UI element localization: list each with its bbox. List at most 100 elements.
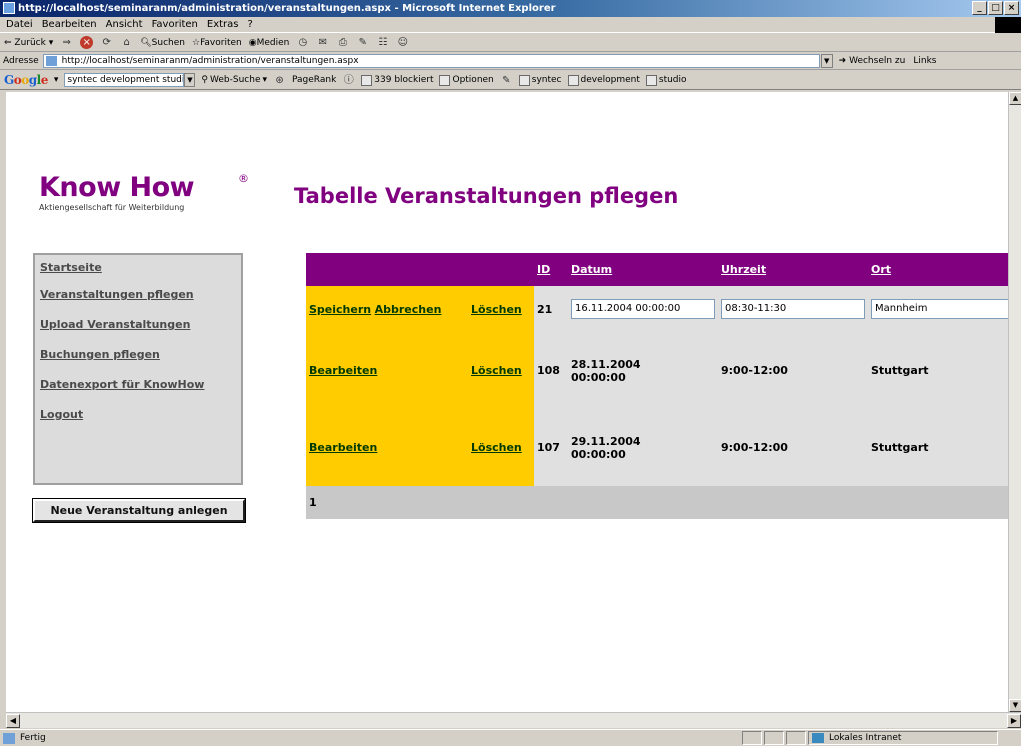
pager-row: 1	[306, 486, 1014, 519]
refresh-icon[interactable]: ⟳	[100, 36, 113, 49]
nav-logout[interactable]: Logout	[40, 408, 241, 421]
links-button[interactable]: Links	[913, 56, 936, 66]
row-delete-cell: Löschen	[468, 286, 534, 332]
favorites-button[interactable]: ☆Favoriten	[192, 38, 242, 48]
web-search-button[interactable]: ⚲ Web-Suche ▾	[201, 75, 267, 85]
toolbar: ⇐ Zurück ▾ ⇒ × ⟳ ⌂ 🔍︎Suchen ☆Favoriten ◉…	[0, 34, 1021, 52]
nav-datenexport[interactable]: Datenexport für KnowHow	[40, 378, 241, 391]
messenger-icon[interactable]: ☺	[396, 36, 409, 49]
google-search-input[interactable]: syntec development studio	[64, 73, 185, 87]
search-button[interactable]: 🔍︎Suchen	[140, 38, 185, 48]
uhrzeit-cell: 08:30-11:30	[718, 286, 868, 332]
search-term-icon	[645, 74, 657, 86]
address-dropdown-icon[interactable]: ▼	[820, 54, 833, 68]
logo-brand: Know How	[39, 172, 195, 203]
nav-startseite[interactable]: Startseite	[40, 261, 241, 274]
nav-upload-veranstaltungen[interactable]: Upload Veranstaltungen	[40, 318, 241, 331]
scroll-left-icon[interactable]: ◀	[6, 714, 20, 728]
edit-link[interactable]: Bearbeiten	[309, 441, 377, 454]
ort-cell: Stuttgart	[868, 332, 1014, 409]
row-actions: Bearbeiten	[306, 332, 468, 409]
scroll-right-icon[interactable]: ▶	[1007, 714, 1021, 728]
knowhow-logo: Know How ® Aktiengesellschaft für Weiter…	[39, 172, 249, 212]
new-event-button[interactable]: Neue Veranstaltung anlegen	[32, 498, 246, 523]
search-label: Suchen	[151, 37, 185, 48]
delete-link[interactable]: Löschen	[471, 441, 522, 454]
security-zone: Lokales Intranet	[808, 731, 998, 745]
uhrzeit-input[interactable]: 08:30-11:30	[721, 299, 865, 319]
home-icon[interactable]: ⌂	[120, 36, 133, 49]
header-id[interactable]: ID	[534, 253, 568, 286]
close-button[interactable]: ×	[1004, 1, 1019, 15]
mail-icon[interactable]: ✉	[316, 36, 329, 49]
back-button[interactable]: ⇐ Zurück ▾	[4, 38, 53, 48]
horizontal-scrollbar[interactable]: ◀ ▶	[6, 712, 1021, 728]
history-icon[interactable]: ◷	[296, 36, 309, 49]
menu-help[interactable]: ?	[248, 19, 253, 30]
search-term-studio[interactable]: studio	[645, 74, 687, 86]
search-term-label: syntec	[531, 75, 562, 85]
header-uhrzeit[interactable]: Uhrzeit	[718, 253, 868, 286]
address-input[interactable]: http://localhost/seminaranm/administrati…	[42, 54, 820, 68]
datum-input[interactable]: 16.11.2004 00:00:00	[571, 299, 715, 319]
delete-link[interactable]: Löschen	[471, 364, 522, 377]
search-term-development[interactable]: development	[567, 74, 640, 86]
menu-extras[interactable]: Extras	[207, 19, 239, 30]
media-button[interactable]: ◉Medien	[249, 38, 290, 48]
options-button[interactable]: Optionen	[439, 74, 494, 86]
events-table: ID Datum Uhrzeit Ort Speichern Abbrechen…	[306, 253, 1014, 519]
minimize-button[interactable]: _	[972, 1, 987, 15]
forward-icon[interactable]: ⇒	[60, 36, 73, 49]
search-term-syntec[interactable]: syntec	[518, 74, 562, 86]
nav-veranstaltungen-pflegen[interactable]: Veranstaltungen pflegen	[40, 288, 241, 301]
news-icon[interactable]: ⊛	[273, 74, 286, 87]
info-icon[interactable]: ⓘ	[342, 74, 355, 87]
status-cell	[742, 731, 762, 745]
datum-date: 28.11.2004	[571, 357, 641, 371]
popup-blocker-button[interactable]: 339 blockiert	[361, 74, 434, 86]
ort-input[interactable]: Mannheim	[871, 299, 1011, 319]
page-done-icon	[3, 733, 15, 744]
pagerank-label: PageRank	[292, 75, 337, 85]
highlight-icon[interactable]: ✎	[500, 74, 513, 87]
search-term-label: development	[580, 75, 640, 85]
cancel-link[interactable]: Abbrechen	[375, 303, 442, 316]
go-button[interactable]: ➜ Wechseln zu	[839, 56, 906, 66]
scroll-down-icon[interactable]: ▼	[1009, 699, 1021, 712]
save-link[interactable]: Speichern	[309, 303, 371, 316]
datum-time: 00:00:00	[571, 370, 626, 384]
popup-blocker-icon	[361, 74, 373, 86]
header-ort[interactable]: Ort	[868, 253, 1014, 286]
vertical-scrollbar[interactable]: ▲ ▼	[1008, 92, 1021, 712]
options-label: Optionen	[452, 75, 494, 85]
menu-favoriten[interactable]: Favoriten	[152, 19, 198, 30]
print-icon[interactable]: ⎙	[336, 36, 349, 49]
maximize-button[interactable]: □	[988, 1, 1003, 15]
edit-link[interactable]: Bearbeiten	[309, 364, 377, 377]
title-bar: http://localhost/seminaranm/administrati…	[0, 0, 1021, 17]
row-delete-cell: Löschen	[468, 332, 534, 409]
row-delete-cell: Löschen	[468, 409, 534, 486]
uhrzeit-cell: 9:00-12:00	[718, 332, 868, 409]
google-logo[interactable]: Google	[4, 73, 48, 87]
media-label: Medien	[256, 37, 290, 48]
discuss-icon[interactable]: ☷	[376, 36, 389, 49]
header-datum[interactable]: Datum	[568, 253, 718, 286]
google-search-dropdown-icon[interactable]: ▼	[184, 73, 196, 87]
popup-blocker-label: 339 blockiert	[374, 75, 434, 85]
edit-icon[interactable]: ✎	[356, 36, 369, 49]
menu-bearbeiten[interactable]: Bearbeiten	[42, 19, 97, 30]
datum-cell: 16.11.2004 00:00:00	[568, 286, 718, 332]
menu-datei[interactable]: Datei	[6, 19, 33, 30]
page-title: Tabelle Veranstaltungen pflegen	[294, 184, 679, 208]
page-icon	[45, 56, 57, 66]
nav-buchungen-pflegen[interactable]: Buchungen pflegen	[40, 348, 241, 361]
delete-link[interactable]: Löschen	[471, 303, 522, 316]
pager-page-1[interactable]: 1	[306, 486, 1014, 519]
window-controls: _ □ ×	[972, 1, 1019, 15]
menu-ansicht[interactable]: Ansicht	[106, 19, 143, 30]
back-label: Zurück	[14, 37, 46, 48]
scroll-up-icon[interactable]: ▲	[1009, 92, 1021, 105]
stop-icon[interactable]: ×	[80, 36, 94, 49]
google-dropdown-icon[interactable]: ▾	[54, 75, 59, 85]
